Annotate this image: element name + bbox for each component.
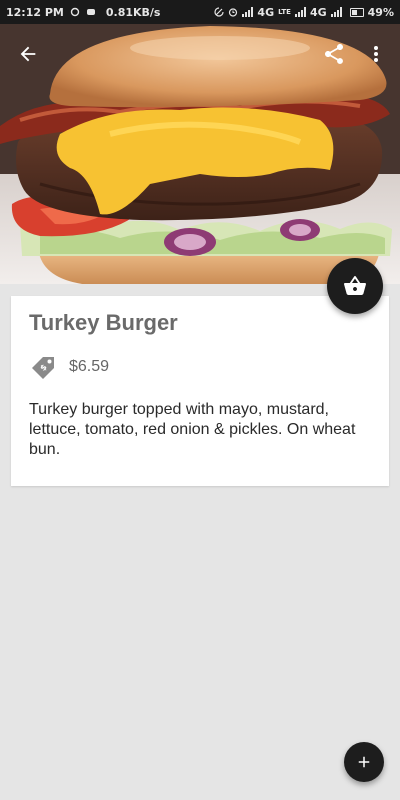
cart-button[interactable] [327, 258, 383, 314]
add-button[interactable] [344, 742, 384, 782]
signal-icon-3 [330, 7, 342, 17]
alarm-icon [229, 8, 238, 17]
battery-icon [349, 7, 364, 17]
back-button[interactable] [16, 42, 40, 66]
plus-icon [358, 756, 370, 768]
status-time: 12:12 PM [6, 5, 64, 19]
arrow-back-icon [20, 46, 36, 62]
notification-icon [86, 9, 95, 15]
signal-icon-1 [242, 7, 254, 17]
product-image [0, 24, 400, 284]
basket-icon [344, 276, 366, 295]
product-description: Turkey burger topped with mayo, mustard,… [29, 401, 356, 458]
more-options-button[interactable] [364, 42, 388, 66]
share-button[interactable] [322, 42, 346, 66]
status-bar: 12:12 PM 0.81KB/s 4G LTE 4G 49% [0, 0, 400, 24]
network-type-2: 4G [309, 5, 327, 19]
sync-icon [70, 7, 80, 17]
data-saver-icon [214, 7, 225, 17]
product-price: $6.59 [69, 358, 110, 375]
product-title: Turkey Burger [29, 310, 178, 335]
more-vert-icon [374, 46, 378, 62]
network-type-1-sub: LTE [278, 7, 291, 16]
product-detail-card: Turkey Burger $ $6.59 Turkey burger topp… [11, 296, 389, 486]
share-icon [325, 44, 343, 64]
network-speed: 0.81KB/s [105, 5, 161, 19]
network-type-1: 4G [257, 5, 275, 19]
price-tag-icon: $ [32, 357, 54, 379]
signal-icon-2 [294, 7, 306, 17]
battery-level: 49% [367, 5, 394, 19]
price-row: $ $6.59 [29, 352, 371, 382]
